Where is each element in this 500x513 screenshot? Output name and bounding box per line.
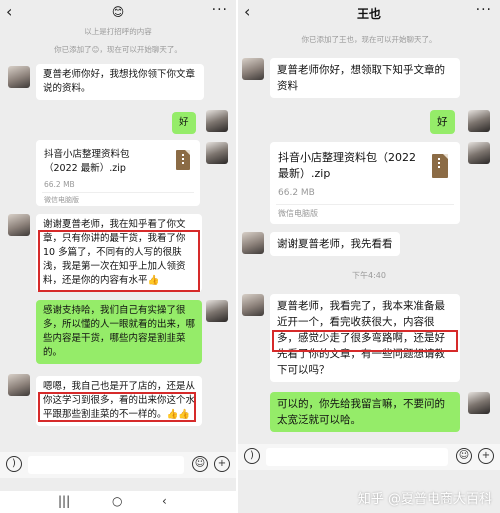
file-name: 抖音小店整理资料包（2022 最新）.zip [44,149,130,174]
chat-title: 王也 [356,7,381,21]
voice-icon[interactable]: ) [6,456,22,472]
right-chat-screen: ‹ 王也 ··· 你已添加了王也，现在可以开始聊天了。 夏普老师你好，想领取下知… [238,0,500,513]
add-icon[interactable]: + [214,456,230,472]
file-source: 微信电脑版 [44,196,79,204]
my-avatar[interactable] [468,142,490,164]
chat-title-emoji: 😊 [111,5,125,19]
chat-header: ‹ 王也 ··· [238,0,500,26]
system-notice: 以上是打招呼的内容 [84,27,152,36]
sent-message: 感谢支持哈，我们自己有实操了很多，所以懂的人一眼就看的出来，哪些内容是干货，哪些… [36,300,202,364]
my-avatar[interactable] [206,300,228,322]
emoji-icon[interactable]: ☺ [192,456,208,472]
highlight-box [272,330,458,352]
emoji-icon[interactable]: ☺ [456,448,472,464]
system-notice: 你已添加了王也，现在可以开始聊天了。 [301,35,437,44]
contact-avatar[interactable] [242,294,264,316]
add-icon[interactable]: + [478,448,494,464]
contact-avatar[interactable] [242,232,264,254]
file-name: 抖音小店整理资料包（2022 最新）.zip [278,151,416,180]
divider [276,204,454,205]
my-avatar[interactable] [206,110,228,132]
more-options-icon[interactable]: ··· [212,2,228,18]
received-message: 夏普老师你好，想领取下知乎文章的资料 [270,58,460,98]
system-notice: 你已添加了😊，现在可以开始聊天了。 [54,45,182,54]
contact-avatar[interactable] [8,66,30,88]
received-message: 夏普老师你好，我想找你领下你文章说的资料。 [36,64,204,100]
file-size: 66.2 MB [278,188,315,198]
chat-header: ‹ 😊 ··· [0,0,236,26]
sent-message: 好 [172,112,196,134]
system-nav-bar: ||| ○ ‹ [0,491,236,513]
zip-file-icon [176,150,190,170]
zip-file-icon [432,154,448,178]
sent-message: 可以的，你先给我留言嘛，不要问的太宽泛就可以哈。 [270,392,460,432]
file-message[interactable]: 抖音小店整理资料包（2022 最新）.zip 66.2 MB 微信电脑版 [36,140,200,206]
contact-avatar[interactable] [8,374,30,396]
highlight-box [38,392,196,422]
input-bar: ) ☺ + [238,444,500,470]
contact-avatar[interactable] [8,214,30,236]
message-timestamp: 下午4:40 [352,271,386,280]
file-message[interactable]: 抖音小店整理资料包（2022 最新）.zip 66.2 MB 微信电脑版 [270,142,460,224]
my-avatar[interactable] [206,142,228,164]
contact-avatar[interactable] [242,58,264,80]
recents-nav-button[interactable]: ||| [58,494,70,508]
input-bar: ) ☺ + [0,452,236,478]
voice-icon[interactable]: ) [244,448,260,464]
file-size: 66.2 MB [44,180,75,189]
my-avatar[interactable] [468,392,490,414]
home-nav-button[interactable]: ○ [112,494,122,508]
file-source: 微信电脑版 [278,209,318,218]
more-options-icon[interactable]: ··· [476,2,492,18]
message-input[interactable] [28,456,184,474]
highlight-box [38,230,200,292]
left-chat-screen: ‹ 😊 ··· 以上是打招呼的内容 你已添加了😊，现在可以开始聊天了。 夏普老师… [0,0,236,513]
divider [42,192,194,193]
my-avatar[interactable] [468,110,490,132]
message-input[interactable] [266,448,448,466]
sent-message: 好 [430,110,455,134]
back-nav-button[interactable]: ‹ [162,494,167,508]
watermark: 知乎 @夏普电商大百科 [357,492,492,507]
received-message: 谢谢夏普老师，我先看看 [270,232,400,256]
